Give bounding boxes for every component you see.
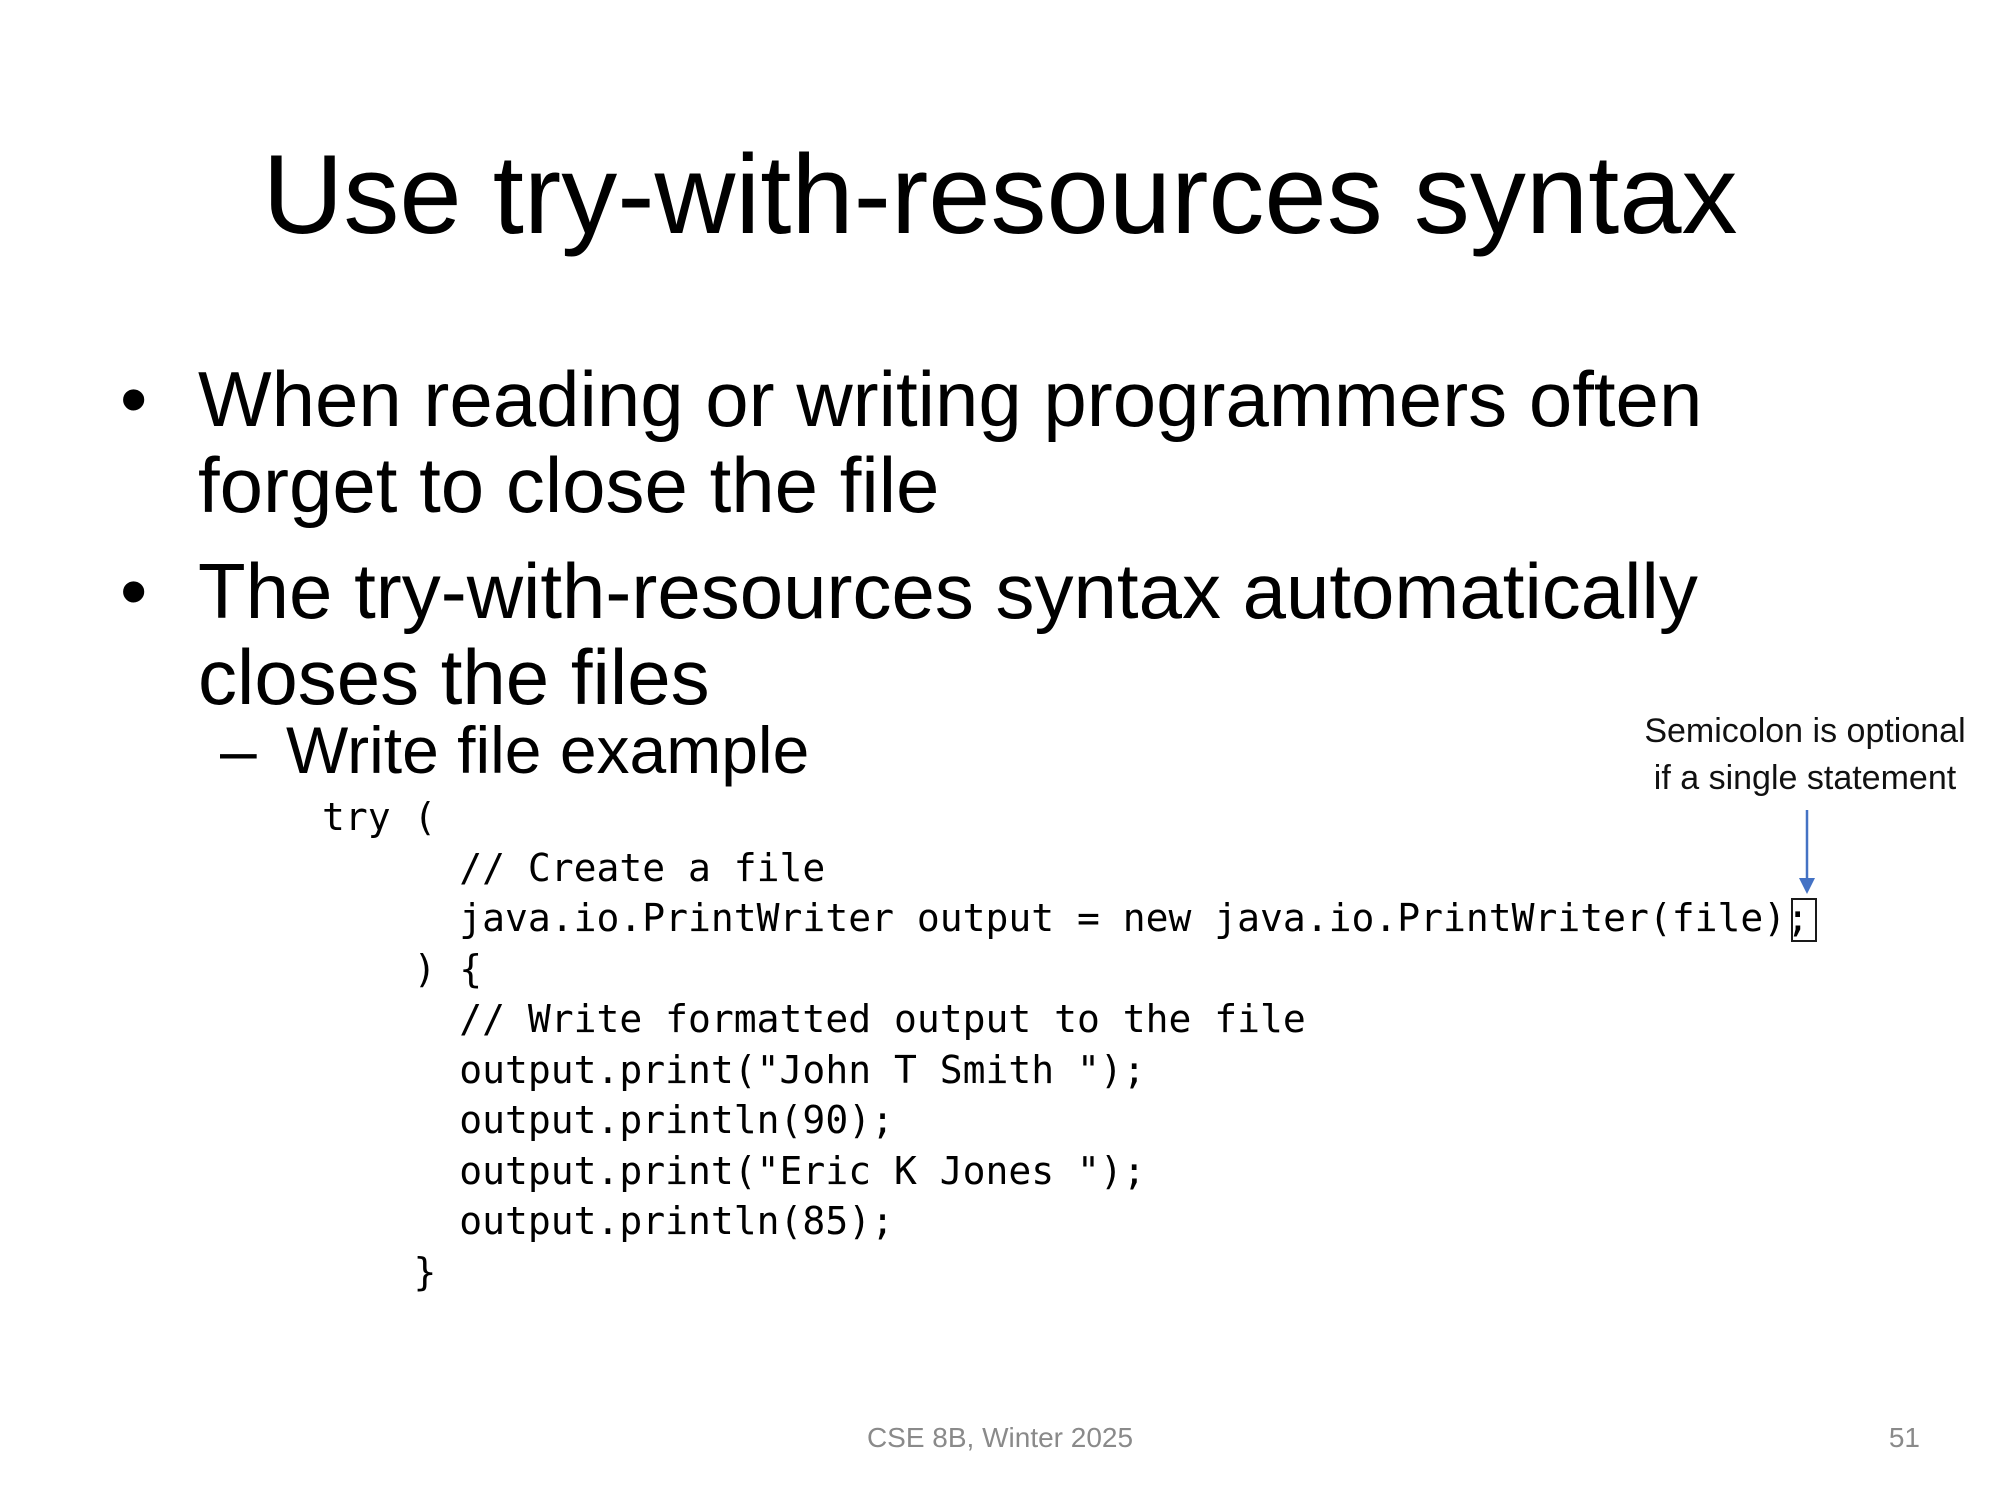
code-line: // Write formatted output to the file [322,997,1306,1041]
annotation-line: Semicolon is optional [1644,712,1966,750]
slide: Use try-with-resources syntax • When rea… [0,0,2000,1500]
bullet-marker: • [120,355,148,443]
annotation-line: if a single statement [1653,759,1957,797]
sub-bullet-marker: – [220,713,257,787]
bullet-text-line: The try-with-resources syntax automatica… [198,547,1698,635]
bullet-item: • When reading or writing programmers of… [110,356,1810,528]
bullet-item: • The try-with-resources syntax automati… [110,548,1810,720]
code-line: output.print("John T Smith "); [322,1047,1146,1092]
slide-title: Use try-with-resources syntax [262,132,1738,257]
bullet-text-line: forget to close the file [198,441,940,529]
semicolon-highlight-box [1791,898,1817,942]
code-line: output.println(90); [322,1098,894,1142]
code-line: } [322,1249,437,1294]
code-line: ) { [322,946,483,991]
code-line: output.println(85); [322,1199,894,1243]
sub-bullet-text: Write file example [286,713,810,787]
bullet-list: • When reading or writing programmers of… [110,356,1810,740]
page-number: 51 [1888,1422,1920,1453]
sub-bullet: – Write file example [220,710,809,790]
code-line: // Create a file [322,845,826,890]
code-block: try ( // Create a file java.io.PrintWrit… [322,792,1809,1297]
footer-course: CSE 8B, Winter 2025 [866,1422,1134,1453]
code-line: java.io.PrintWriter output = new java.io… [322,896,1810,940]
code-line: output.print("Eric K Jones "); [322,1148,1146,1193]
code-line: try ( [322,795,437,839]
bullet-marker: • [120,547,148,635]
bullet-text-line: closes the files [198,633,710,721]
arrow-down-icon [1799,810,1815,894]
bullet-text-line: When reading or writing programmers ofte… [198,355,1703,443]
semicolon-annotation: Semicolon is optional if a single statem… [1610,708,2000,802]
